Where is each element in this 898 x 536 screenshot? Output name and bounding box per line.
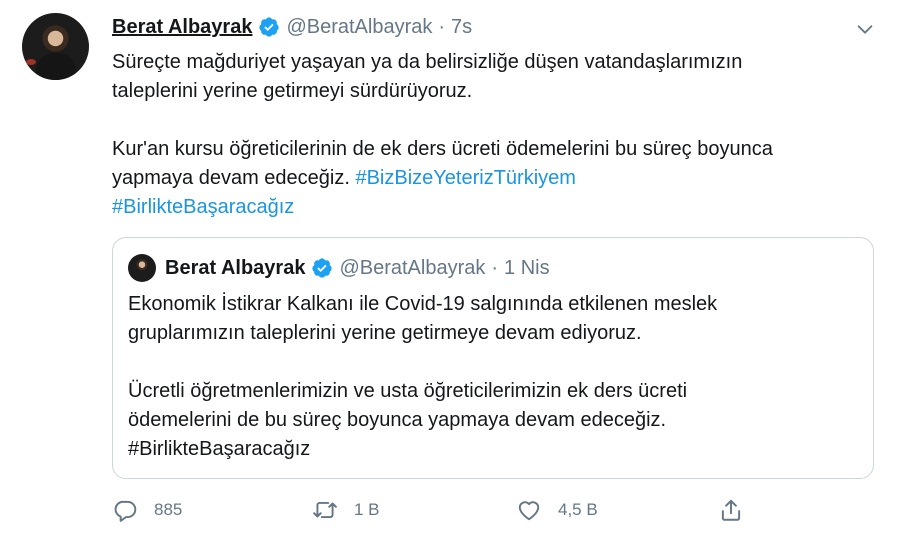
quoted-tweet[interactable]: Berat Albayrak @BeratAlbayrak · 1 Nis Ek…	[112, 237, 874, 479]
verified-badge-icon	[312, 258, 333, 278]
reply-count: 885	[154, 500, 183, 519]
heart-icon	[518, 501, 540, 521]
hashtag-link[interactable]: #BizBizeYeterizTürkiyem	[355, 167, 575, 189]
tweet-actions: 885 1 B 4,5 B	[112, 494, 852, 526]
reply-button[interactable]: 885	[112, 494, 182, 526]
retweet-icon	[313, 501, 337, 519]
verified-badge-icon	[259, 17, 280, 37]
separator-dot: ·	[491, 257, 499, 279]
author-name[interactable]: Berat Albayrak	[112, 14, 252, 40]
author-handle[interactable]: @BeratAlbayrak	[286, 14, 432, 40]
hashtag-link[interactable]: #BirlikteBaşaracağız	[112, 196, 294, 218]
tweet[interactable]: Berat Albayrak @BeratAlbayrak · 7s Süreç…	[0, 0, 898, 536]
tweet-text: Süreçte mağduriyet yaşayan ya da belirsi…	[112, 48, 872, 222]
quoted-tweet-timestamp: 1 Nis	[504, 257, 550, 279]
like-count: 4,5 B	[558, 500, 598, 519]
quoted-paragraph-2: Ücretli öğretmenlerimizin ve usta öğreti…	[128, 380, 688, 460]
tweet-paragraph-1: Süreçte mağduriyet yaşayan ya da belirsi…	[112, 51, 743, 102]
retweet-button[interactable]: 1 B	[312, 494, 380, 526]
author-avatar[interactable]	[22, 13, 89, 80]
tweet-header: Berat Albayrak @BeratAlbayrak · 7s	[112, 14, 472, 40]
retweet-count: 1 B	[354, 500, 380, 519]
quoted-author-name: Berat Albayrak	[165, 257, 306, 279]
separator-dot: ·	[438, 16, 446, 38]
tweet-paragraph-2: Kur'an kursu öğreticilerinin de ek ders …	[112, 135, 872, 222]
quoted-author-avatar	[128, 254, 156, 282]
share-button[interactable]	[718, 494, 744, 526]
like-button[interactable]: 4,5 B	[516, 494, 598, 526]
quoted-tweet-text: Ekonomik İstikrar Kalkanı ile Covid-19 s…	[128, 290, 858, 464]
tweet-timestamp[interactable]: 7s	[451, 14, 472, 40]
share-icon	[721, 499, 741, 521]
reply-icon	[114, 500, 137, 522]
chevron-down-icon[interactable]	[854, 18, 876, 40]
quoted-paragraph-1: Ekonomik İstikrar Kalkanı ile Covid-19 s…	[128, 293, 718, 344]
quoted-author-handle: @BeratAlbayrak	[339, 257, 486, 279]
quoted-tweet-header: Berat Albayrak @BeratAlbayrak · 1 Nis	[165, 255, 550, 281]
